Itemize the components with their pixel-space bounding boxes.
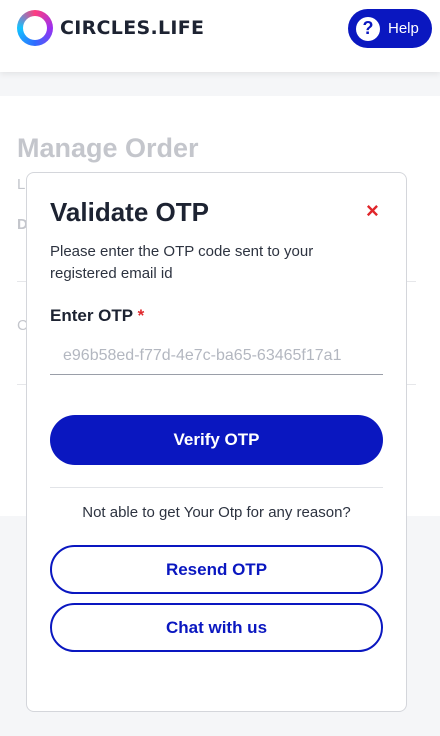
circles-logo-icon: [17, 10, 53, 46]
brand-name: CIRCLES.LIFE: [60, 17, 205, 39]
help-label: Help: [388, 20, 419, 37]
otp-help-text: Not able to get Your Otp for any reason?: [82, 504, 351, 521]
question-icon: ?: [356, 16, 380, 41]
resend-otp-button[interactable]: Resend OTP: [50, 545, 383, 594]
verify-otp-button[interactable]: Verify OTP: [50, 415, 383, 465]
validate-otp-modal: Validate OTP × Please enter the OTP code…: [26, 172, 407, 712]
otp-label: Enter OTP *: [50, 306, 144, 326]
app-header: CIRCLES.LIFE ? Help: [0, 0, 440, 72]
modal-description: Please enter the OTP code sent to your r…: [50, 243, 314, 282]
brand-logo[interactable]: CIRCLES.LIFE: [17, 10, 204, 46]
page-title: Manage Order: [17, 133, 199, 163]
required-marker: *: [137, 306, 145, 325]
modal-title: Validate OTP: [50, 197, 209, 227]
divider: [50, 487, 383, 488]
bg-text-fragment: L: [17, 176, 26, 193]
otp-label-text: Enter OTP: [50, 306, 133, 325]
chat-with-us-button[interactable]: Chat with us: [50, 603, 383, 652]
help-button[interactable]: ? Help: [348, 9, 432, 48]
otp-input[interactable]: [50, 337, 383, 375]
close-icon[interactable]: ×: [366, 200, 379, 222]
